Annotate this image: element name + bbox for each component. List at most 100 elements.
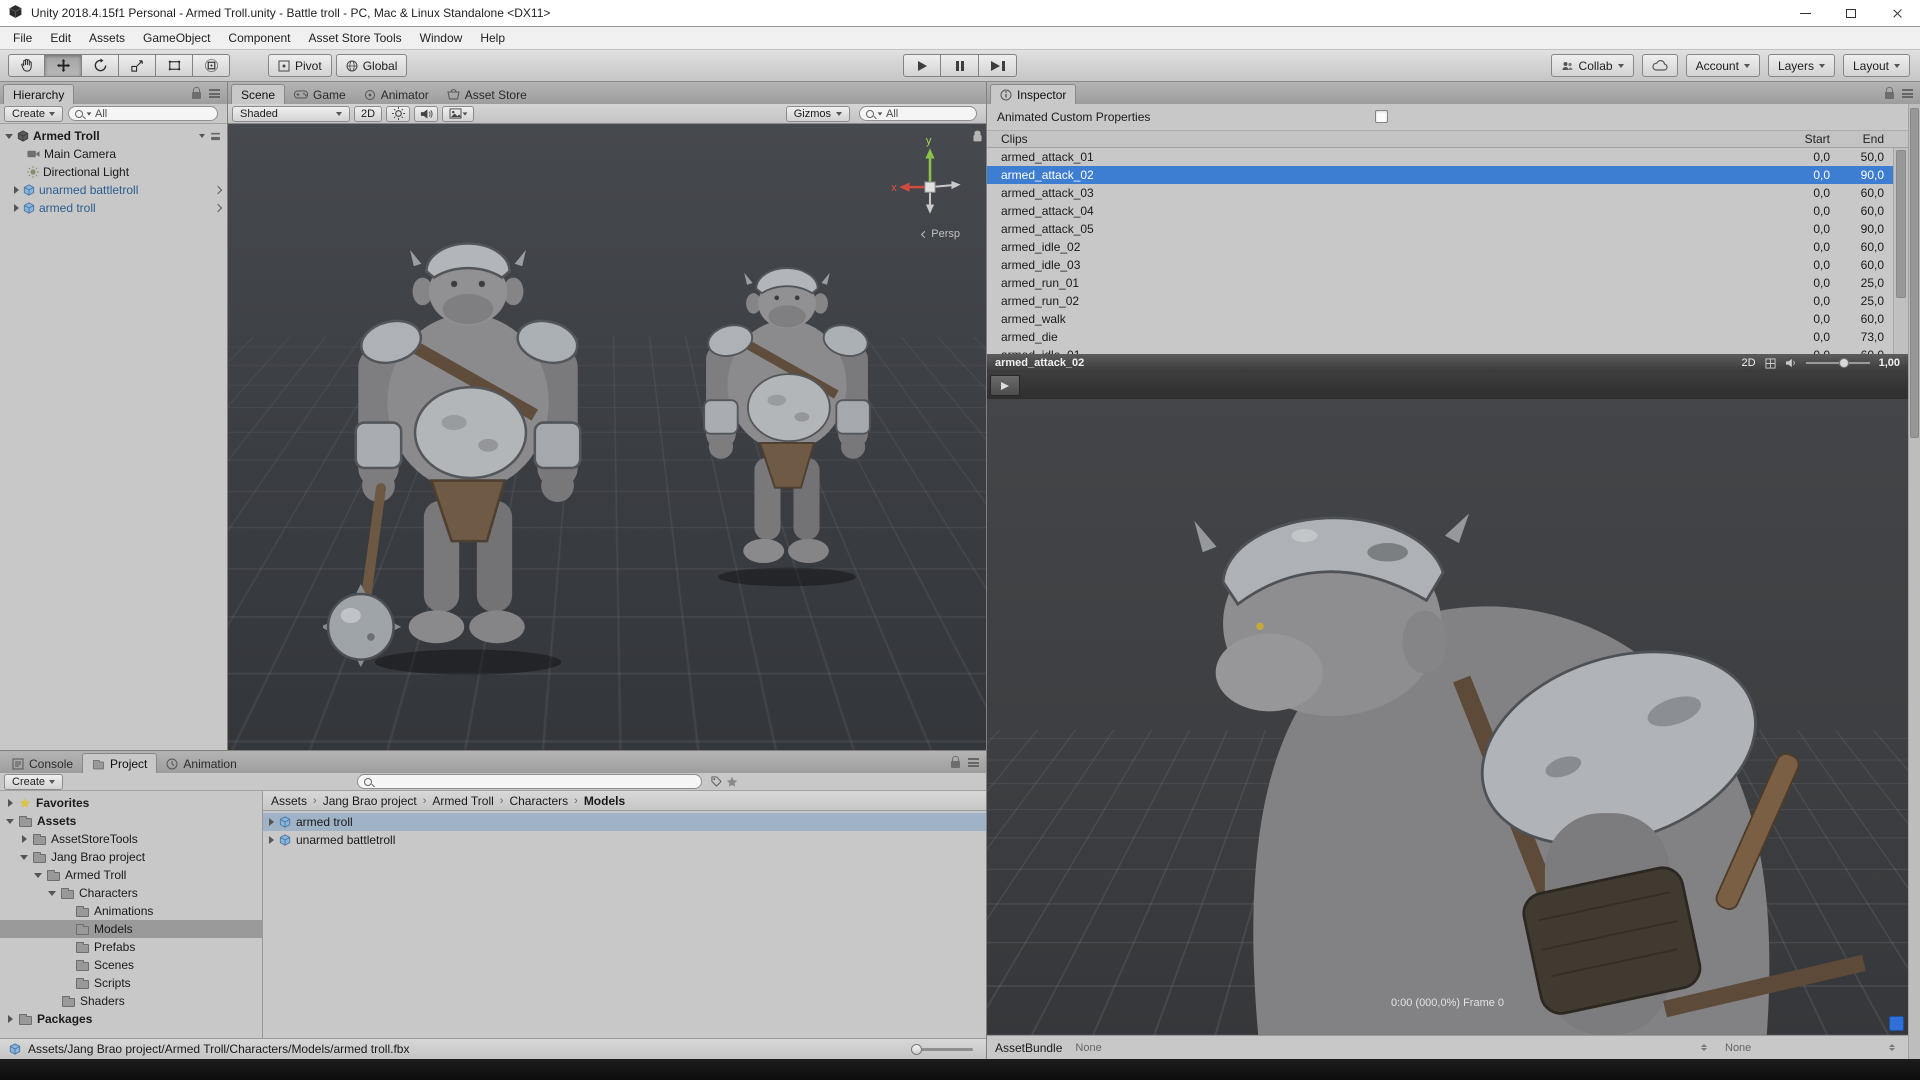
project-search[interactable] xyxy=(357,774,703,789)
tab-hierarchy[interactable]: Hierarchy xyxy=(3,84,75,104)
project-search-input[interactable] xyxy=(375,775,696,788)
clip-row[interactable]: armed_attack_01 0,0 50,0 xyxy=(987,148,1908,166)
hierarchy-item-armed-troll[interactable]: armed troll xyxy=(0,199,227,217)
menu-edit[interactable]: Edit xyxy=(41,27,80,49)
scene-lighting-button[interactable] xyxy=(386,105,411,122)
project-create-button[interactable]: Create xyxy=(4,773,64,790)
inspector-scrollbar[interactable] xyxy=(1908,104,1920,1059)
breadcrumb-characters[interactable]: Characters xyxy=(509,794,568,808)
tree-item-assetstoretools[interactable]: AssetStoreTools xyxy=(0,830,262,848)
expanded-caret-icon[interactable] xyxy=(34,872,42,878)
tab-project[interactable]: Project xyxy=(82,753,158,773)
thumbnail-zoom-slider[interactable] xyxy=(911,1043,973,1055)
viewport-lock[interactable] xyxy=(973,130,982,142)
tree-item-packages[interactable]: Packages xyxy=(0,1010,262,1028)
tab-asset-store[interactable]: Asset Store xyxy=(438,85,536,104)
pivot-toggle-button[interactable]: Pivot xyxy=(268,54,332,77)
scene-search-input[interactable] xyxy=(886,107,970,120)
shading-mode-dropdown[interactable]: Shaded xyxy=(232,105,350,122)
layout-dropdown[interactable]: Layout xyxy=(1842,54,1910,77)
minimize-button[interactable] xyxy=(1782,0,1828,26)
2d-toggle-button[interactable]: 2D xyxy=(354,105,383,122)
tree-item-favorites[interactable]: Favorites xyxy=(0,794,262,812)
lock-icon[interactable] xyxy=(192,87,201,99)
clip-row[interactable]: armed_attack_04 0,0 60,0 xyxy=(987,202,1908,220)
tree-item-shaders[interactable]: Shaders xyxy=(0,992,262,1010)
tree-item-animations[interactable]: Animations xyxy=(0,902,262,920)
expanded-caret-icon[interactable] xyxy=(5,133,13,139)
preview-2d-toggle[interactable]: 2D xyxy=(1742,357,1756,369)
close-button[interactable] xyxy=(1874,0,1920,26)
scene-orientation-gizmo[interactable]: y x xyxy=(888,134,972,228)
menu-help[interactable]: Help xyxy=(471,27,514,49)
move-tool-button[interactable] xyxy=(45,54,82,77)
rect-tool-button[interactable] xyxy=(156,54,193,77)
tag-icon[interactable] xyxy=(711,776,722,787)
tab-console[interactable]: Console xyxy=(3,754,82,773)
clip-row-selected[interactable]: armed_attack_02 0,0 90,0 xyxy=(987,166,1908,184)
collapsed-caret-icon[interactable] xyxy=(269,818,274,826)
tree-item-scripts[interactable]: Scripts xyxy=(0,974,262,992)
pivot-grid-icon[interactable] xyxy=(1765,357,1776,369)
play-button[interactable] xyxy=(903,54,941,77)
clip-row[interactable]: armed_idle_010,060,0 xyxy=(987,346,1908,354)
collapsed-caret-icon[interactable] xyxy=(7,799,13,807)
clip-row[interactable]: armed_idle_03 0,0 60,0 xyxy=(987,256,1908,274)
scene-audio-button[interactable] xyxy=(414,105,439,122)
global-toggle-button[interactable]: Global xyxy=(335,54,408,77)
clip-row[interactable]: armed_run_01 0,0 25,0 xyxy=(987,274,1908,292)
avatar-pivot-icon[interactable] xyxy=(1889,1016,1904,1031)
clip-row[interactable]: armed_idle_02 0,0 60,0 xyxy=(987,238,1908,256)
tab-animation[interactable]: Animation xyxy=(157,754,245,773)
scene-dropdown-icon[interactable] xyxy=(199,134,205,138)
menu-assets[interactable]: Assets xyxy=(80,27,134,49)
breadcrumb-models[interactable]: Models xyxy=(584,794,625,808)
file-row-armed-troll[interactable]: armed troll xyxy=(263,813,986,831)
layers-dropdown[interactable]: Layers xyxy=(1767,54,1835,77)
projection-toggle[interactable]: Persp xyxy=(921,228,960,240)
tree-item-prefabs[interactable]: Prefabs xyxy=(0,938,262,956)
transform-tool-button[interactable] xyxy=(193,54,230,77)
preview-speed-slider[interactable] xyxy=(1805,358,1870,368)
scene-effects-dropdown[interactable] xyxy=(442,105,475,122)
file-row-unarmed-battletroll[interactable]: unarmed battletroll xyxy=(263,831,986,849)
rotate-tool-button[interactable] xyxy=(82,54,119,77)
hierarchy-scene-row[interactable]: Armed Troll xyxy=(0,127,227,145)
prefab-open-icon[interactable] xyxy=(213,203,223,213)
account-dropdown[interactable]: Account xyxy=(1685,54,1760,77)
clip-row[interactable]: armed_walk 0,0 60,0 xyxy=(987,310,1908,328)
tree-item-characters[interactable]: Characters xyxy=(0,884,262,902)
tree-item-assets[interactable]: Assets xyxy=(0,812,262,830)
tab-scene[interactable]: Scene xyxy=(231,84,286,104)
collapsed-caret-icon[interactable] xyxy=(14,204,19,212)
tree-item-models[interactable]: Models xyxy=(0,920,262,938)
preview-audio-icon[interactable] xyxy=(1785,358,1797,368)
slider-knob[interactable] xyxy=(1838,358,1849,368)
assetbundle-variant-dropdown[interactable]: None xyxy=(1720,1040,1900,1056)
hierarchy-item-main-camera[interactable]: Main Camera xyxy=(0,145,227,163)
breadcrumb-armed-troll[interactable]: Armed Troll xyxy=(432,794,493,808)
scene-menu-icon[interactable] xyxy=(211,132,220,140)
panel-menu-icon[interactable] xyxy=(1902,88,1913,98)
clip-row[interactable]: armed_attack_05 0,0 90,0 xyxy=(987,220,1908,238)
collapsed-caret-icon[interactable] xyxy=(14,186,19,194)
preview-play-button[interactable] xyxy=(990,375,1020,396)
clips-scrollbar[interactable] xyxy=(1893,148,1908,354)
panel-menu-icon[interactable] xyxy=(968,757,979,767)
hierarchy-search[interactable] xyxy=(68,106,218,121)
expanded-caret-icon[interactable] xyxy=(6,818,14,824)
pause-button[interactable] xyxy=(941,54,979,77)
animated-custom-properties-checkbox[interactable] xyxy=(1375,110,1388,123)
step-button[interactable] xyxy=(979,54,1017,77)
clip-row[interactable]: armed_run_02 0,0 25,0 xyxy=(987,292,1908,310)
tab-animator[interactable]: Animator xyxy=(355,85,438,104)
collapsed-caret-icon[interactable] xyxy=(269,836,274,844)
tree-item-jang-brao-project[interactable]: Jang Brao project xyxy=(0,848,262,866)
menu-asset-store-tools[interactable]: Asset Store Tools xyxy=(299,27,410,49)
collapsed-caret-icon[interactable] xyxy=(7,1015,13,1023)
menu-component[interactable]: Component xyxy=(219,27,299,49)
collab-button[interactable]: Collab xyxy=(1550,54,1634,77)
clip-row[interactable]: armed_attack_03 0,0 60,0 xyxy=(987,184,1908,202)
tree-item-scenes[interactable]: Scenes xyxy=(0,956,262,974)
clip-row[interactable]: armed_die 0,0 73,0 xyxy=(987,328,1908,346)
